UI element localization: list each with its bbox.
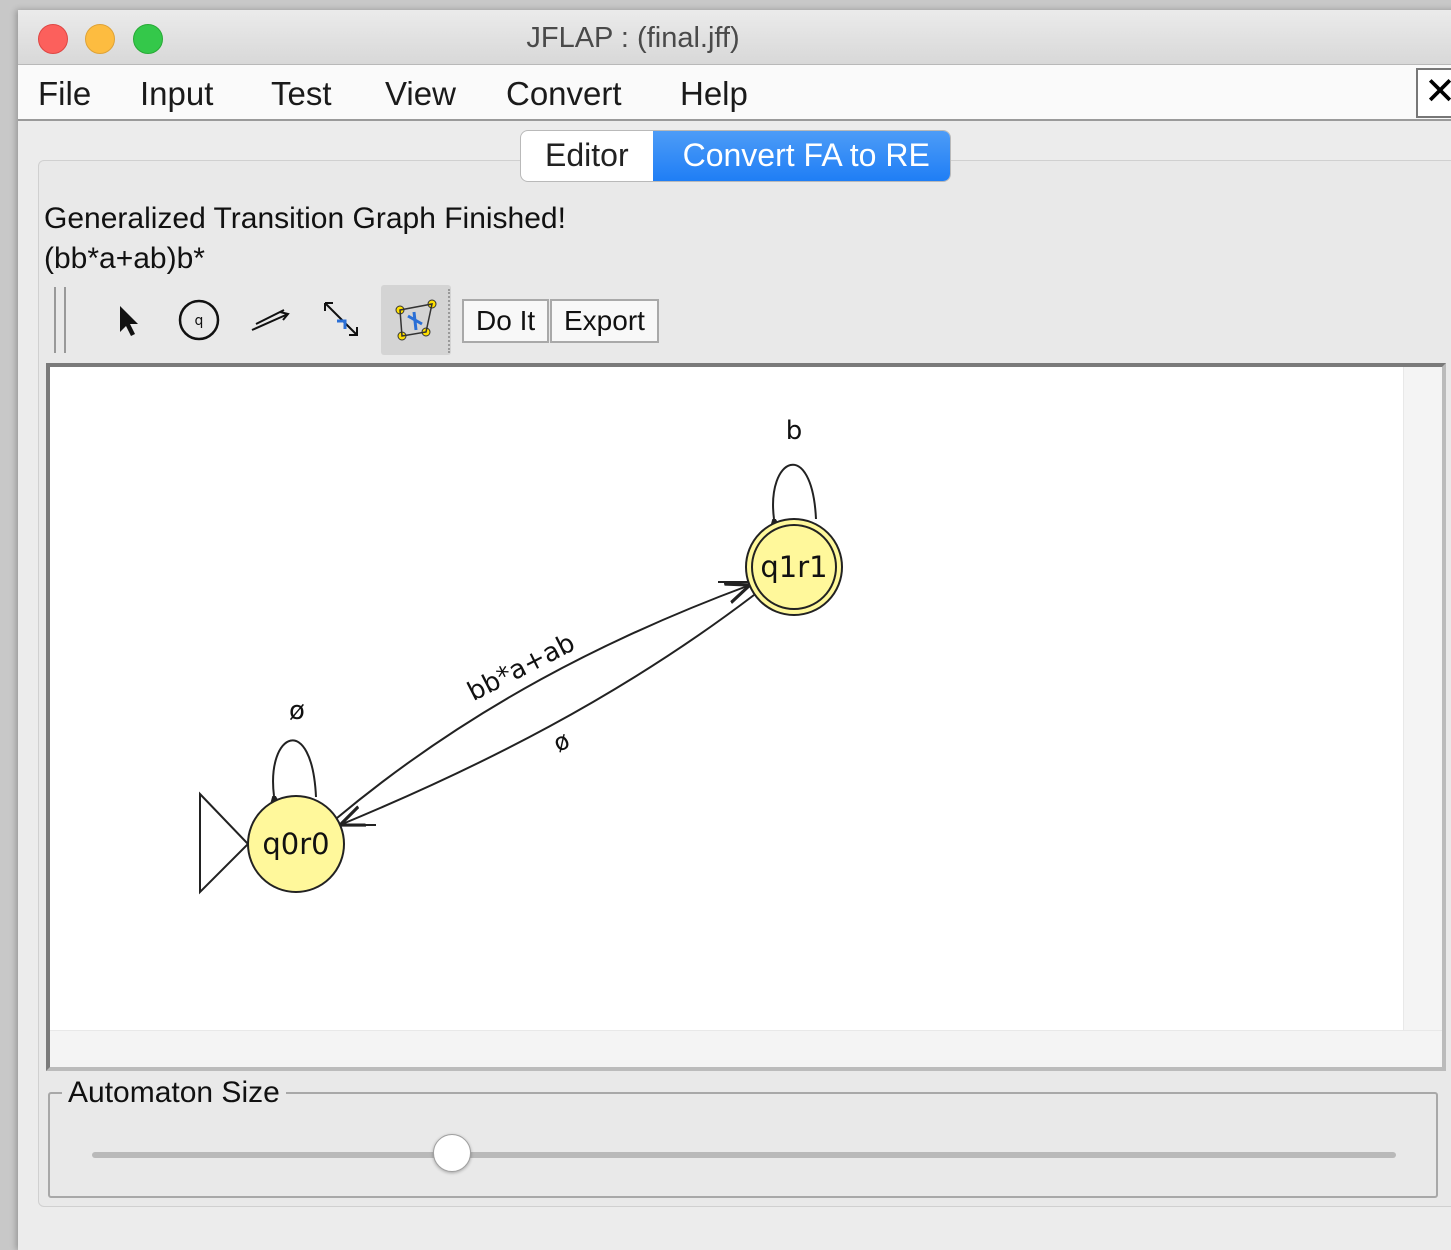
title-bar: JFLAP : (final.jff) [18,10,1451,65]
automaton-canvas[interactable]: b ø bb*a+ab ø q0r0 q1r1 [46,363,1446,1071]
menu-convert[interactable]: Convert [506,75,622,113]
svg-text:q: q [195,313,204,329]
menu-file[interactable]: File [38,75,91,113]
automaton-graph: b ø bb*a+ab ø q0r0 q1r1 [199,416,843,895]
size-slider-track[interactable] [92,1152,1396,1158]
state-label-q0r0: q0r0 [262,827,329,861]
menu-help[interactable]: Help [680,75,748,113]
transition-creator-icon[interactable] [236,285,306,355]
transition-label-loop-q0r0: ø [289,696,305,726]
automaton-size-panel: Automaton Size [48,1076,1438,1198]
transition-q1r1-to-q0r0[interactable] [340,594,755,825]
tab-strip: Editor Convert FA to RE [520,130,951,182]
status-message: Generalized Transition Graph Finished! [44,202,566,235]
attribute-editor-icon[interactable] [93,285,163,355]
state-label-q1r1: q1r1 [760,550,827,584]
state-collapser-icon[interactable] [381,285,451,355]
do-it-button[interactable]: Do It [462,299,550,343]
automaton-size-label: Automaton Size [62,1076,286,1110]
tab-editor[interactable]: Editor [521,131,653,181]
state-creator-icon[interactable]: q [164,285,234,355]
jflap-window: JFLAP : (final.jff) File Input Test View… [18,10,1451,1250]
toolbar-separator [448,289,450,353]
regex-result: (bb*a+ab)b* [44,242,205,275]
horizontal-scrollbar[interactable] [50,1030,1442,1067]
vertical-scrollbar[interactable] [1403,367,1442,1067]
tab-convert-fa-to-re[interactable]: Convert FA to RE [652,131,950,181]
collapse-state-icon[interactable] [307,285,377,355]
menu-bar: File Input Test View Convert Help ✕ [18,65,1451,121]
menu-view[interactable]: View [385,75,456,113]
initial-state-marker [199,791,250,895]
toolbar-grip[interactable] [54,287,66,353]
transition-q0r0-to-q1r1[interactable] [336,585,750,819]
transition-loop-q0r0[interactable] [273,739,317,797]
size-slider-thumb[interactable] [432,1134,471,1172]
menu-input[interactable]: Input [140,75,213,113]
transition-label-q1r1-to-q0r0: ø [548,726,574,758]
export-button[interactable]: Export [550,299,659,343]
tool-bar: q Do It Export [48,285,1448,357]
menu-test[interactable]: Test [271,75,332,113]
close-tab-button[interactable]: ✕ [1416,68,1451,118]
transition-loop-q1r1[interactable] [773,464,817,519]
window-title: JFLAP : (final.jff) [526,22,740,54]
transition-label-loop-q1r1: b [786,416,803,446]
